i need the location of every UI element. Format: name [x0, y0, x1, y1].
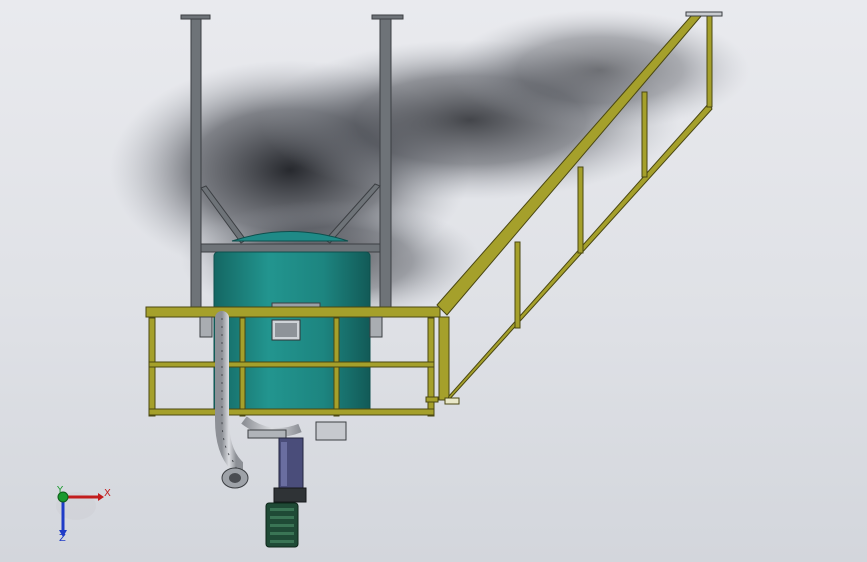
graphics-viewport[interactable]: X Y Z — [0, 0, 867, 562]
reactor-vessel[interactable] — [213, 231, 371, 415]
coordinate-triad — [56, 491, 104, 537]
y-axis-label: Y — [57, 485, 64, 496]
cad-model-scene[interactable] — [0, 0, 867, 562]
drive-motor[interactable] — [265, 502, 299, 548]
agitator-shaft[interactable] — [273, 437, 307, 503]
z-axis-label: Z — [59, 533, 66, 544]
x-axis-label: X — [104, 488, 111, 499]
